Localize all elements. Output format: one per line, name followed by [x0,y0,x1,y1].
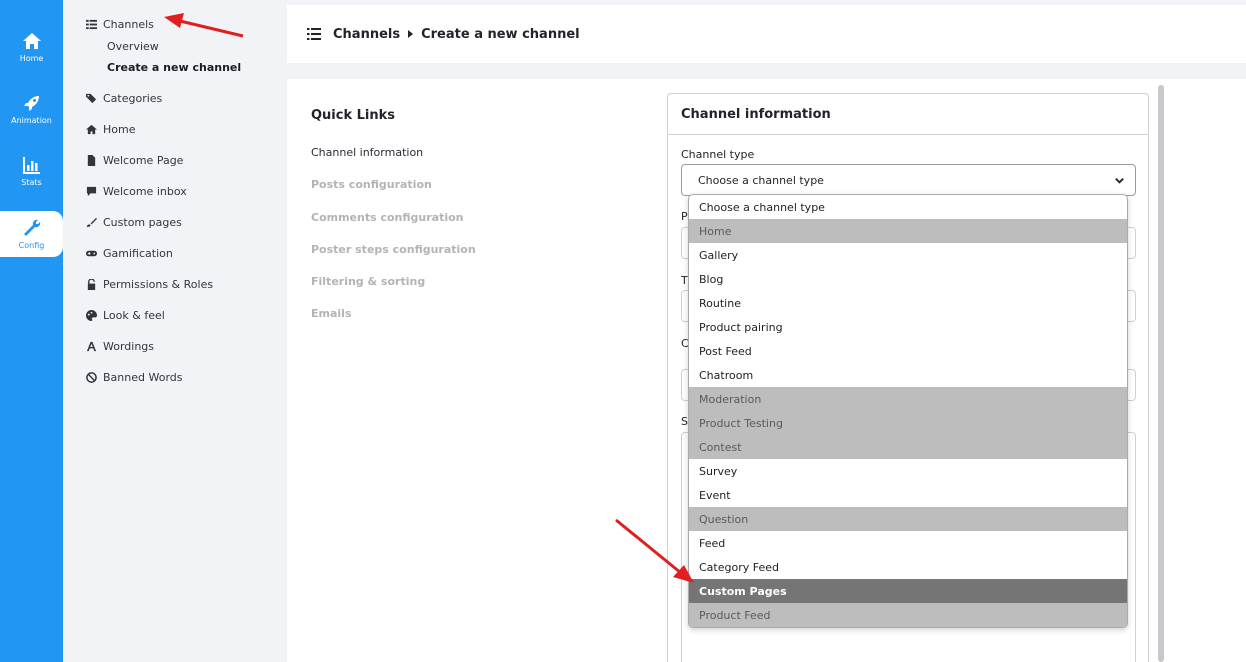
menu-item-gamification[interactable]: Gamification [85,247,173,260]
dropdown-option: Moderation [689,387,1127,411]
menu-subitem-create-channel[interactable]: Create a new channel [107,61,241,74]
rail-label: Home [19,54,44,63]
list-icon [85,19,97,31]
dropdown-option: Product Testing [689,411,1127,435]
chevron-down-icon [1115,178,1124,184]
dropdown-option: Contest [689,435,1127,459]
quick-link-posts-configuration[interactable]: Posts configuration [311,178,432,191]
quick-links-title: Quick Links [311,108,396,123]
breadcrumb-channels[interactable]: Channels [333,27,400,42]
home-icon [85,124,97,136]
menu-subitem-overview[interactable]: Overview [107,40,159,53]
dropdown-option[interactable]: Event [689,483,1127,507]
brush-icon [85,217,97,229]
field-label-partial: S [681,415,688,428]
gamepad-icon [85,248,97,260]
rocket-icon [23,96,39,111]
dropdown-option[interactable]: Product pairing [689,315,1127,339]
menu-item-look-feel[interactable]: Look & feel [85,309,165,322]
quick-link-filtering-sorting[interactable]: Filtering & sorting [311,275,425,288]
font-icon [85,341,97,353]
breadcrumb-separator-icon [408,30,414,38]
menu-item-label: Channels [103,18,154,31]
channel-type-select[interactable]: Choose a channel type [681,164,1136,196]
quick-link-emails[interactable]: Emails [311,307,352,320]
field-label-partial: C [681,337,688,350]
dropdown-option[interactable]: Chatroom [689,363,1127,387]
app-rail: Home Animation Stats Config [0,0,63,662]
field-label-partial: P [681,210,688,223]
dropdown-option[interactable]: Custom Pages [689,579,1127,603]
quick-link-channel-information[interactable]: Channel information [311,146,423,159]
menu-item-label: Custom pages [103,216,182,229]
menu-item-label: Welcome inbox [103,185,187,198]
breadcrumb-current: Create a new channel [421,26,580,42]
menu-item-welcome-inbox[interactable]: Welcome inbox [85,185,187,198]
rail-animation[interactable]: Animation [0,86,63,132]
tags-icon [85,93,97,105]
menu-item-categories[interactable]: Categories [85,92,162,105]
config-menu: Channels Overview Create a new channel C… [63,0,283,662]
channel-type-dropdown: Choose a channel type Home Gallery Blog Rout… [688,194,1128,628]
page-header: Channels Create a new channel [287,5,1246,63]
dropdown-option[interactable]: Post Feed [689,339,1127,363]
menu-item-label: Gamification [103,247,173,260]
menu-item-wordings[interactable]: Wordings [85,340,154,353]
quick-link-comments-configuration[interactable]: Comments configuration [311,211,464,224]
menu-item-banned-words[interactable]: Banned Words [85,371,182,384]
menu-item-home[interactable]: Home [85,123,135,136]
menu-item-channels[interactable]: Channels [85,18,154,31]
dropdown-option[interactable]: Feed [689,531,1127,555]
menu-item-permissions[interactable]: Permissions & Roles [85,278,213,291]
rail-label: Config [18,241,45,250]
bar-chart-icon [22,157,40,174]
menu-item-label: Permissions & Roles [103,278,214,291]
rail-home[interactable]: Home [0,24,63,70]
dropdown-option: Product Feed [689,603,1127,627]
wrench-icon [23,219,40,236]
list-icon [307,28,321,40]
palette-icon [85,310,97,322]
dropdown-option[interactable]: Routine [689,291,1127,315]
vertical-scrollbar[interactable] [1158,85,1164,662]
menu-item-welcome-page[interactable]: Welcome Page [85,154,183,167]
menu-item-label: Look & feel [103,309,165,322]
rail-label: Animation [11,116,52,125]
channel-type-label: Channel type [681,148,755,161]
menu-item-label: Banned Words [103,371,183,384]
rail-config[interactable]: Config [0,211,63,257]
home-icon [22,33,41,49]
comment-icon [85,186,97,198]
dropdown-option[interactable]: Category Feed [689,555,1127,579]
menu-item-label: Welcome Page [103,154,184,167]
lock-icon [85,279,97,291]
card-title: Channel information [668,94,1148,135]
menu-item-label: Home [103,123,136,136]
dropdown-option[interactable]: Survey [689,459,1127,483]
menu-item-label: Wordings [103,340,155,353]
dropdown-option[interactable]: Choose a channel type [689,195,1127,219]
ban-icon [85,372,97,384]
dropdown-option: Home [689,219,1127,243]
select-value: Choose a channel type [698,173,824,187]
dropdown-option: Question [689,507,1127,531]
dropdown-option[interactable]: Blog [689,267,1127,291]
file-icon [85,155,97,167]
menu-item-custom-pages[interactable]: Custom pages [85,216,182,229]
quick-link-poster-steps[interactable]: Poster steps configuration [311,243,476,256]
field-label-partial: T [681,274,688,287]
rail-stats[interactable]: Stats [0,148,63,194]
rail-label: Stats [21,178,42,187]
menu-item-label: Categories [103,92,163,105]
dropdown-option[interactable]: Gallery [689,243,1127,267]
